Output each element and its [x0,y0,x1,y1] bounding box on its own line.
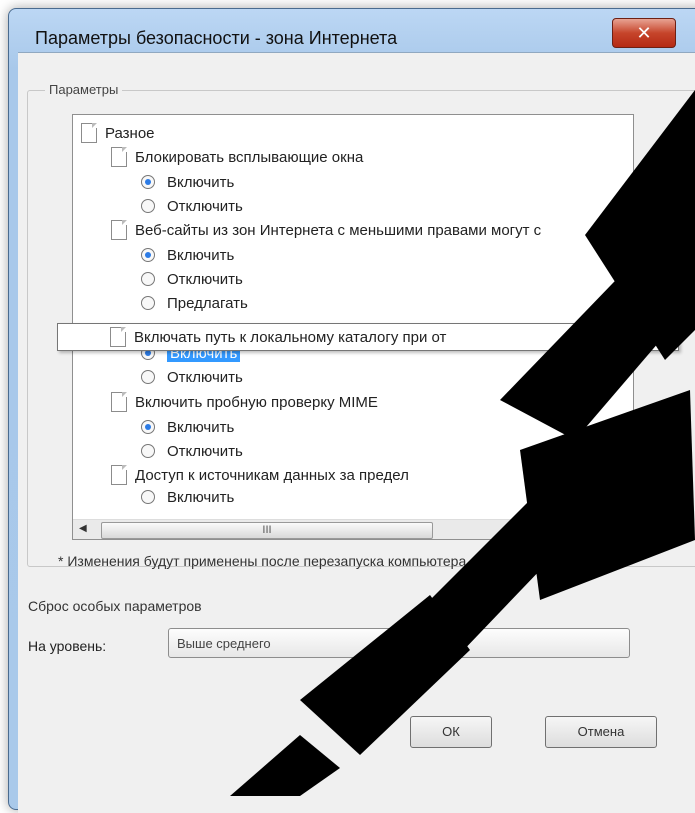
level-select[interactable]: Выше среднего [168,628,630,658]
radio-label[interactable]: Включить [167,174,234,191]
radio-label[interactable]: Отключить [167,369,243,386]
horizontal-scrollbar[interactable]: ◀ III [73,519,613,539]
restart-note: * Изменения будут применены после переза… [58,553,467,569]
radio-selected-icon[interactable] [141,175,155,189]
setting-row: Доступ к источникам данных за предел [111,463,409,487]
setting-label: Веб-сайты из зон Интернета с меньшими пр… [135,221,542,239]
document-icon [111,147,127,167]
radio-label[interactable]: Включить [167,247,234,264]
radio-icon[interactable] [141,272,155,286]
setting-label: Включить пробную проверку MIME [135,393,378,411]
radio-option[interactable]: Предлагать [141,291,248,315]
radio-label[interactable]: Включить [167,419,234,436]
radio-label[interactable]: Отключить [167,443,243,460]
expanded-setting-row: Включать путь к локальному каталогу при … [57,323,679,351]
radio-label[interactable]: Отключить [167,271,243,288]
radio-option[interactable]: Включить [141,170,234,194]
setting-row: Веб-сайты из зон Интернета с меньшими пр… [111,218,541,242]
setting-label: Блокировать всплывающие окна [135,148,364,166]
cancel-button[interactable]: Отмена [545,716,657,748]
radio-selected-icon[interactable] [141,248,155,262]
radio-option[interactable]: Отключить [141,439,243,463]
document-icon [81,123,97,143]
ok-button[interactable]: ОК [410,716,492,748]
radio-icon[interactable] [141,490,155,504]
radio-option[interactable]: Отключить [141,267,243,291]
scroll-left-icon[interactable]: ◀ [79,523,87,534]
setting-row: Блокировать всплывающие окна [111,145,363,169]
document-icon [111,392,127,412]
radio-option[interactable]: Отключить [141,194,243,218]
settings-group-legend: Параметры [45,82,123,97]
document-icon [110,327,126,347]
scroll-thumb[interactable]: III [101,522,433,539]
setting-label: Включать путь к локальному каталогу при … [134,328,447,346]
radio-icon[interactable] [141,370,155,384]
radio-icon[interactable] [141,444,155,458]
title-bar: Параметры безопасности - зона Интернета [19,23,695,53]
category-row: Разное [81,121,155,145]
setting-row: Включить пробную проверку MIME [111,390,378,414]
setting-label: Доступ к источникам данных за предел [135,466,409,484]
radio-icon[interactable] [141,199,155,213]
close-button[interactable]: ✕ [612,18,676,48]
radio-label[interactable]: Включить [167,489,234,505]
document-icon [111,465,127,485]
radio-icon[interactable] [141,296,155,310]
level-label: На уровень: [28,638,107,654]
radio-label[interactable]: Предлагать [167,295,248,312]
radio-option[interactable]: Включить [141,243,234,267]
radio-option[interactable]: Включить [141,489,234,505]
radio-option[interactable]: Отключить [141,365,243,389]
reset-group-title: Сброс особых параметров [28,598,202,614]
category-label: Разное [105,124,155,142]
window-title: Параметры безопасности - зона Интернета [35,27,398,48]
document-icon [111,220,127,240]
radio-label[interactable]: Отключить [167,198,243,215]
radio-selected-icon[interactable] [141,420,155,434]
setting-row: Включать путь к локальному каталогу при … [110,324,446,350]
radio-option[interactable]: Включить [141,415,234,439]
